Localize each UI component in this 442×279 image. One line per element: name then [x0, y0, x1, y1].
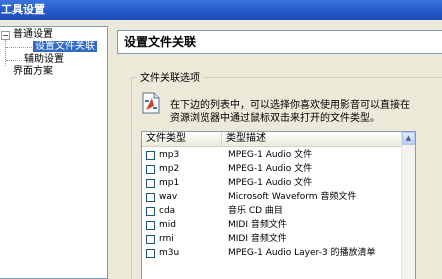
file-type-description: MPEG-1 Audio 文件	[228, 178, 313, 188]
tree-item-label: 普通设置	[13, 29, 53, 40]
file-extension: mp3	[159, 150, 180, 160]
window-titlebar[interactable]: 工具设置	[0, 0, 442, 20]
settings-tree[interactable]: − 普通设置 设置文件关联 辅助设置 界面方案	[0, 26, 108, 279]
group-title: 文件关联选项	[137, 69, 203, 84]
file-extension: mp2	[159, 164, 180, 174]
association-checkbox[interactable]	[146, 207, 155, 216]
triangle-up-icon: ▲	[405, 134, 412, 142]
vertical-scrollbar[interactable]: ▲	[401, 132, 415, 279]
list-item[interactable]: mid MIDI 音频文件	[142, 219, 404, 232]
file-type-description: MIDI 音频文件	[228, 220, 287, 230]
association-checkbox[interactable]	[146, 249, 155, 258]
scroll-up-button[interactable]: ▲	[402, 132, 415, 145]
list-item[interactable]: mp3 MPEG-1 Audio 文件	[142, 149, 404, 162]
file-type-description: MPEG-1 Audio Layer-3 的播放清单	[228, 248, 376, 258]
file-extension: wav	[159, 192, 178, 202]
association-checkbox[interactable]	[146, 235, 155, 244]
column-header-type-description[interactable]: 类型描述	[222, 132, 404, 146]
tree-item-label: 设置文件关联	[33, 41, 97, 52]
tree-connector-line	[6, 47, 32, 48]
tree-item-interface-scheme[interactable]: 界面方案	[13, 66, 53, 78]
list-item[interactable]: rmi MIDI 音频文件	[142, 233, 404, 246]
file-type-description: MPEG-1 Audio 文件	[228, 150, 313, 160]
list-item[interactable]: mp1 MPEG-1 Audio 文件	[142, 177, 404, 190]
file-extension: rmi	[159, 234, 174, 244]
tree-item-general-settings[interactable]: 普通设置	[13, 29, 53, 41]
file-extension: cda	[159, 206, 176, 216]
file-type-description: 音乐 CD 曲目	[228, 206, 283, 216]
list-item[interactable]: mp2 MPEG-1 Audio 文件	[142, 163, 404, 176]
window-title: 工具设置	[1, 3, 45, 16]
file-type-description: Microsoft Waveform 音频文件	[228, 192, 357, 202]
association-checkbox[interactable]	[146, 179, 155, 188]
column-header-file-type[interactable]: 文件类型	[142, 132, 222, 146]
collapse-icon[interactable]: −	[1, 31, 10, 40]
panel-title: 设置文件关联	[124, 35, 197, 49]
list-item[interactable]: wav Microsoft Waveform 音频文件	[142, 191, 404, 204]
info-text-line-2: 资源浏览器中通过鼠标双击来打开的文件类型。	[170, 113, 380, 124]
association-checkbox[interactable]	[146, 165, 155, 174]
tree-item-file-association[interactable]: 设置文件关联	[33, 41, 97, 53]
file-type-description: MIDI 音频文件	[228, 234, 287, 244]
association-checkbox[interactable]	[146, 221, 155, 230]
file-extension: mp1	[159, 178, 180, 188]
tree-item-label: 界面方案	[13, 66, 53, 77]
file-extension: m3u	[159, 248, 180, 258]
association-checkbox[interactable]	[146, 151, 155, 160]
association-checkbox[interactable]	[146, 193, 155, 202]
tree-connector-line	[5, 40, 6, 66]
file-type-description: MPEG-1 Audio 文件	[228, 164, 313, 174]
list-item[interactable]: m3u MPEG-1 Audio Layer-3 的播放清单	[142, 247, 404, 260]
panel-header: 设置文件关联	[117, 30, 442, 54]
list-item[interactable]: cda 音乐 CD 曲目	[142, 205, 404, 218]
tree-item-label: 辅助设置	[24, 54, 64, 65]
file-type-list[interactable]: 文件类型 类型描述 mp3 MPEG-1 Audio 文件 mp2 MPEG-1…	[141, 131, 416, 279]
document-info-icon	[142, 92, 160, 114]
tree-connector-line	[6, 60, 22, 61]
file-extension: mid	[159, 220, 176, 230]
tree-item-auxiliary-settings[interactable]: 辅助设置	[24, 54, 64, 66]
list-header: 文件类型 类型描述	[142, 132, 404, 147]
